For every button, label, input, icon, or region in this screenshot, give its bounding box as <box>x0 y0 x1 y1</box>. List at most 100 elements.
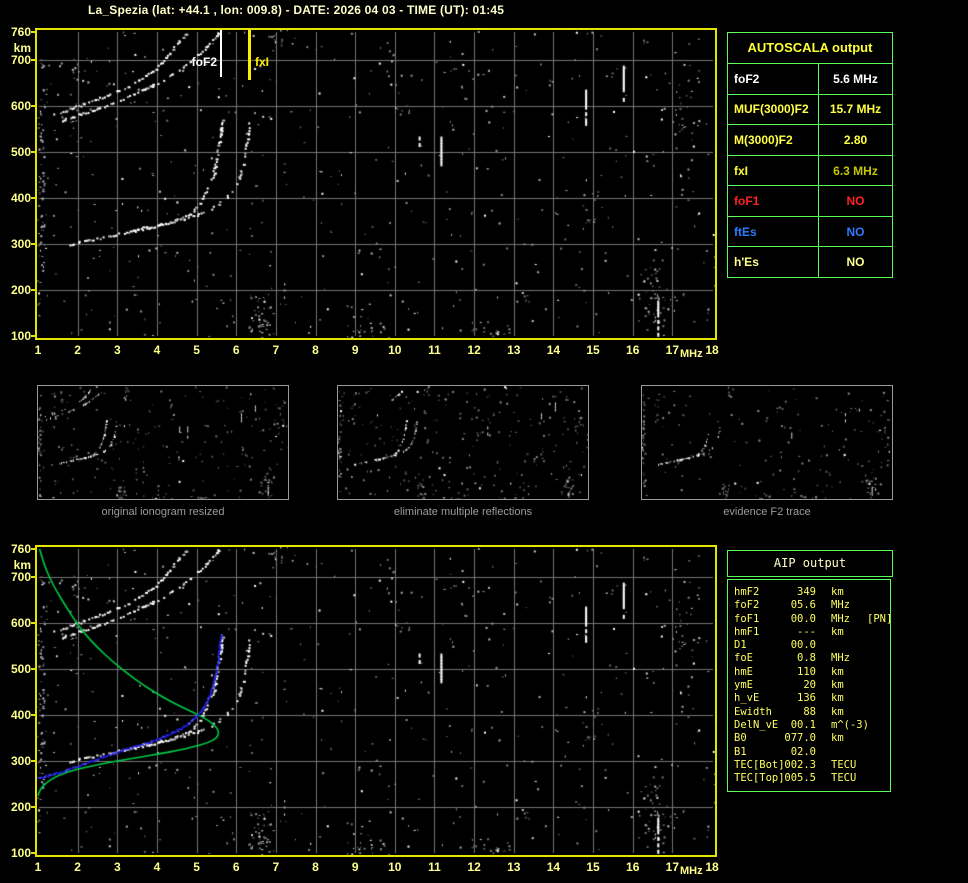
fxi-marker-line <box>248 30 251 80</box>
autoscala-output-table: AUTOSCALA output foF2 5.6 MHz MUF(3000)F2 1… <box>727 32 893 278</box>
main-plot-ytick-mark <box>31 242 35 245</box>
autoscala-param-value: 15.7 MHz <box>829 102 882 117</box>
autoscala-param-label: ftEs <box>728 216 819 247</box>
aip-plot-xtick-14: 14 <box>546 860 561 874</box>
main-plot-ytick-mark <box>31 288 35 291</box>
aip-note: [PN] <box>867 612 893 625</box>
aip-unit: km <box>831 732 844 745</box>
aip-name: foE <box>734 652 753 665</box>
aip-val: 136 <box>797 692 816 705</box>
aip-row-Ewidth: Ewidth 88 km <box>728 706 890 719</box>
aip-row-ymE: ymE 20 km <box>728 679 890 692</box>
aip-note <box>866 746 890 759</box>
aip-name: D1 <box>734 639 747 652</box>
fof2-marker-line <box>220 30 222 77</box>
aip-unit: km <box>831 586 844 598</box>
aip-row-TECBot: TEC[Bot] 002.3 TECU <box>728 759 890 772</box>
aip-plot-xtick-3: 3 <box>113 860 121 874</box>
aip-val: 05.6 <box>790 599 816 612</box>
thumbnail-evidence-canvas <box>642 386 892 499</box>
main-plot-xtick-8: 8 <box>312 343 319 357</box>
aip-output-header: AIP output <box>727 550 893 577</box>
aip-note <box>866 666 890 679</box>
autoscala-param-label: foF2 <box>728 64 819 94</box>
aip-plot-xtick-10: 10 <box>388 860 402 874</box>
aip-plot-ytick-600: 600 <box>10 615 31 630</box>
autoscala-table-body: foF2 5.6 MHz MUF(3000)F2 15.7 MHz M(3000)F2 2… <box>728 63 892 278</box>
aip-unit: km <box>831 692 844 705</box>
aip-plot-ytick-mark <box>31 575 35 578</box>
aip-val: 0.8 <box>797 652 816 665</box>
aip-name: TEC[Bot] <box>734 758 785 771</box>
aip-unit: km <box>831 679 844 692</box>
aip-plot-ytick-200: 200 <box>10 799 31 814</box>
thumbnail-eliminate-reflections <box>337 385 589 500</box>
fxi-marker-label: fxI <box>255 55 270 69</box>
aip-plot-xtick-11: 11 <box>428 860 441 874</box>
aip-val: --- <box>797 625 816 638</box>
autoscala-param-label: fxI <box>728 155 819 186</box>
aip-plot-ytick-mark <box>31 805 35 808</box>
main-plot-ytick-mark <box>31 31 35 33</box>
aip-name: hmE <box>734 665 753 678</box>
aip-plot-xtick-6: 6 <box>232 860 240 874</box>
main-plot-xtick-6: 6 <box>232 343 240 357</box>
aip-row-TECTop: TEC[Top] 005.5 TECU <box>728 772 890 785</box>
thumbnail-caption-evidence: evidence F2 trace <box>723 506 811 518</box>
aip-plot-xtick-13: 13 <box>507 860 521 874</box>
aip-val: 00.1 <box>790 718 816 731</box>
thumbnail-caption-original: original ionogram resized <box>101 506 225 518</box>
aip-unit: km <box>831 665 844 678</box>
autoscala-param-label: h'Es <box>728 247 819 278</box>
aip-output-table: hmF2 349 km foF2 05.6 MHz foF1 00.0 MHz [PN] hmF1 -… <box>727 579 893 792</box>
aip-unit: TECU <box>831 758 857 771</box>
main-plot-y-axis-unit: km <box>13 41 31 55</box>
aip-val: 349 <box>797 586 816 598</box>
aip-name: hmF2 <box>734 586 760 598</box>
aip-note <box>866 706 890 719</box>
aip-name: Ewidth <box>734 705 772 718</box>
main-plot-xtick-3: 3 <box>113 343 121 357</box>
aip-unit: MHz <box>831 652 850 665</box>
autoscala-row-foF1: foF1 NO <box>728 185 892 216</box>
main-ionogram-canvas <box>37 30 715 338</box>
aip-note <box>866 626 890 639</box>
aip-plot-xtick-5: 5 <box>193 860 200 874</box>
aip-plot-ytick-100: 100 <box>10 846 31 860</box>
aip-val: 00.0 <box>790 639 816 652</box>
thumbnail-caption-eliminate: eliminate multiple reflections <box>393 506 533 518</box>
aip-row-hmF2: hmF2 349 km <box>728 586 890 599</box>
autoscala-row-foF2: foF2 5.6 MHz <box>728 63 892 94</box>
aip-name: ymE <box>734 679 753 692</box>
main-plot-xtick-2: 2 <box>74 343 81 357</box>
aip-unit: MHz <box>831 599 850 612</box>
aip-val: 88 <box>803 705 816 718</box>
aip-row-foE: foE 0.8 MHz <box>728 652 890 665</box>
fof2-marker-label: foF2 <box>191 55 217 69</box>
main-plot-xtick-13: 13 <box>507 343 521 357</box>
aip-val: 20 <box>803 679 816 692</box>
main-plot-ytick-mark <box>31 150 35 153</box>
aip-plot-ytick-760: 760 <box>10 542 31 556</box>
aip-name: hmF1 <box>734 625 760 638</box>
autoscala-row-MUF3000F2: MUF(3000)F2 15.7 MHz <box>728 93 892 125</box>
main-plot-xtick-15: 15 <box>586 343 600 357</box>
aip-row-D1: D1 00.0 <box>728 639 890 652</box>
aip-plot-ytick-mark <box>31 713 35 716</box>
aip-name: B1 <box>734 745 747 758</box>
aip-plot-x-axis-unit: MHz <box>680 865 703 877</box>
main-plot-xtick-16: 16 <box>626 343 640 357</box>
main-plot-xtick-5: 5 <box>193 343 200 357</box>
aip-plot-xtick-15: 15 <box>586 860 600 874</box>
aip-note <box>866 586 890 599</box>
main-plot-xtick-12: 12 <box>467 343 481 357</box>
main-plot-ytick-mark <box>31 104 35 107</box>
main-plot-ytick-500: 500 <box>10 144 31 159</box>
aip-row-foF2: foF2 05.6 MHz <box>728 599 890 612</box>
aip-plot-ytick-300: 300 <box>10 753 31 768</box>
aip-name: DelN_vE <box>734 718 779 731</box>
aip-note <box>866 692 890 705</box>
aip-unit <box>816 746 866 759</box>
autoscala-param-value: NO <box>846 194 865 209</box>
aip-plot-xtick-8: 8 <box>312 860 319 874</box>
